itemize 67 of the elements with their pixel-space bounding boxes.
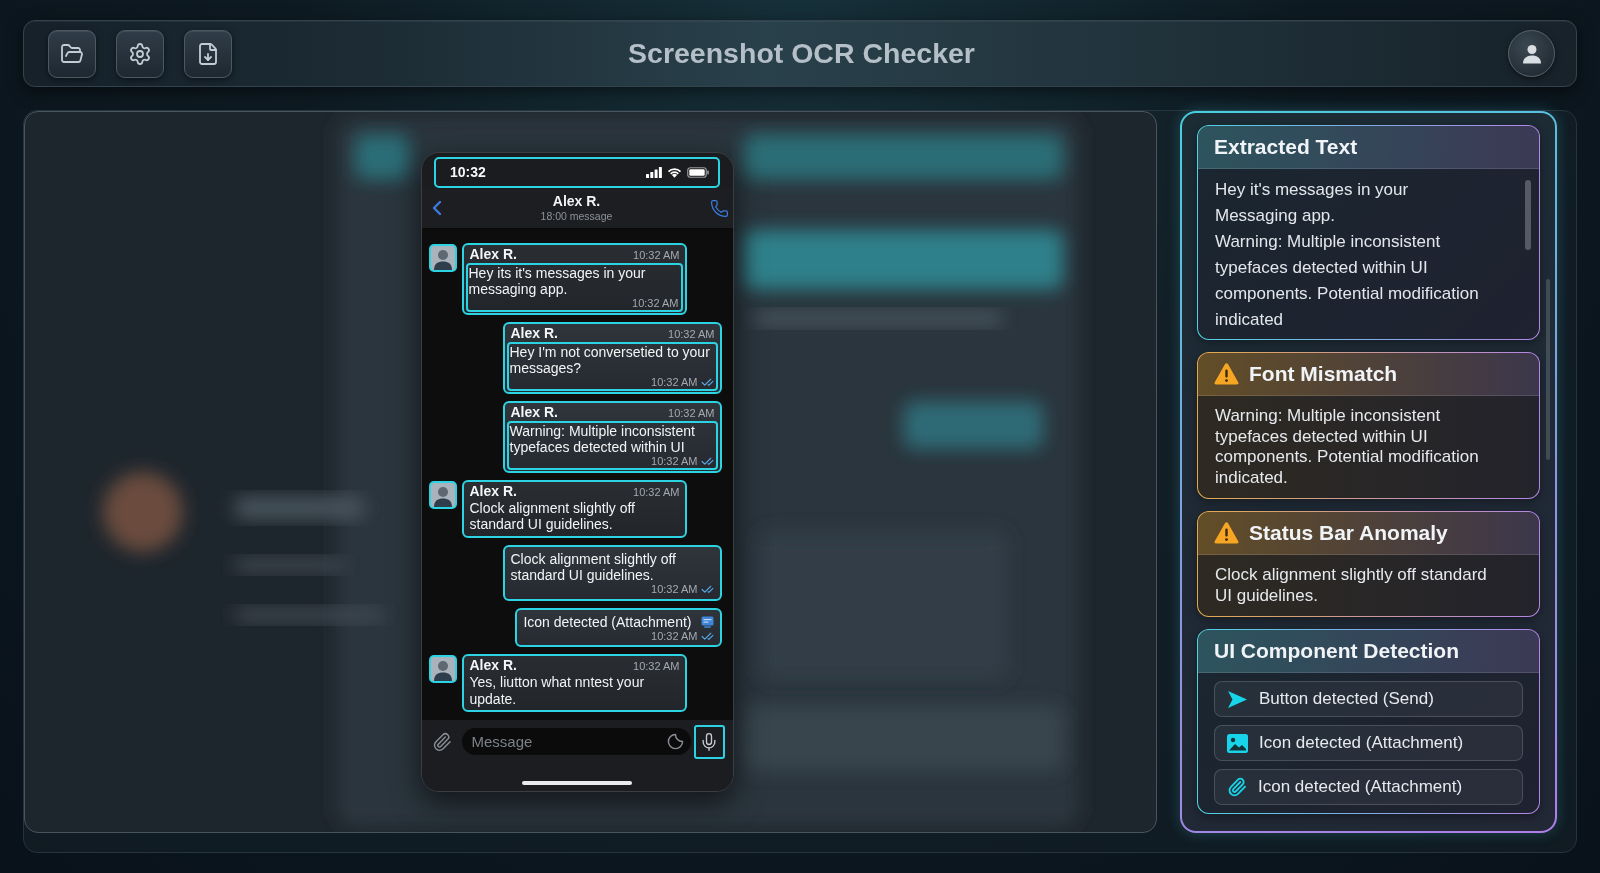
folder-button[interactable] [48, 29, 96, 78]
battery-icon [687, 166, 709, 178]
sender-name: Alex R. [469, 245, 517, 263]
message-text: Yes, liutton what nntest your update. [469, 674, 646, 707]
card-title: Font Mismatch [1249, 362, 1398, 386]
blurred-band [354, 133, 410, 180]
extracted-text-line: components. Potential modification [1215, 283, 1480, 305]
warning-icon [1214, 522, 1239, 544]
message-time: 10:32 AM [651, 456, 698, 467]
detection-item[interactable]: Icon detected (Attachment) [1214, 769, 1523, 805]
extracted-text-line: Messaging app. [1215, 205, 1337, 227]
extracted-text-line: typefaces detected within UI [1215, 257, 1429, 279]
card-title: Status Bar Anomaly [1249, 521, 1448, 545]
phone-icon[interactable] [709, 198, 729, 218]
detection-item[interactable]: Icon detected (Attachment) [1214, 725, 1523, 761]
send-icon [1227, 689, 1248, 709]
message-time: 10:32 AM [668, 407, 715, 419]
app-title: Screenshot OCR Checker [628, 37, 975, 70]
scrollbar-thumb[interactable] [1525, 180, 1531, 250]
wifi-icon [667, 166, 682, 178]
sender-name: Alex R. [469, 482, 517, 500]
card-title: UI Component Detection [1214, 639, 1459, 663]
message-time: 10:32 AM [651, 584, 698, 595]
message-time: 10:32 AM [633, 249, 680, 261]
extracted-text-line: Warning: Multiple inconsistent [1215, 231, 1442, 253]
profile-button[interactable] [1508, 30, 1555, 77]
settings-button[interactable] [116, 29, 164, 78]
scrollbar-thumb[interactable] [1546, 279, 1550, 460]
warning-icon [1214, 363, 1239, 385]
paperclip-icon [1227, 777, 1247, 797]
contact-status: 18:00 message [540, 210, 613, 223]
paperclip-icon[interactable] [431, 731, 452, 752]
file-download-icon [196, 41, 220, 66]
extracted-text-line: indicated [1215, 309, 1285, 331]
message-time: 10:32 AM [633, 661, 680, 672]
message-time: 10:32 AM [632, 298, 679, 309]
sender-name: Alex R. [469, 657, 517, 674]
message-text: Warning: Multiple inconsistent typefaces detected within UI [509, 422, 696, 456]
message-time: 10:32 AM [651, 377, 698, 388]
status-time: 10:32 [450, 164, 486, 180]
download-file-button[interactable] [184, 29, 232, 78]
extracted-text-line: Hey it's messages in your [1215, 179, 1410, 201]
message-text: Hey I'm not conversetied to your messages? [509, 343, 711, 377]
image-icon [1227, 733, 1248, 753]
sticker-icon[interactable] [666, 733, 684, 750]
sender-name: Alex R. [510, 403, 558, 421]
message-time: 10:32 AM [668, 328, 715, 340]
card-text: Warning: Multiple inconsistent typefaces detected within UI components. Potential modification indicated. [1215, 406, 1480, 488]
message-time: 10:32 AM [633, 486, 680, 498]
avatar-icon [428, 243, 457, 272]
settings-icon [128, 41, 152, 66]
card-title: Extracted Text [1214, 135, 1358, 159]
card-text: Clock alignment slightly off standard UI guidelines. [1215, 565, 1488, 606]
message-text: Clock alignment slightly off standard UI guidelines. [510, 550, 677, 584]
mic-button[interactable] [693, 724, 725, 759]
signal-icon [646, 166, 662, 178]
detection-item[interactable]: Button detected (Send) [1214, 681, 1523, 717]
sender-name: Alex R. [510, 324, 558, 342]
avatar-icon [428, 480, 457, 509]
message-text: Icon detected (Attachment) [523, 613, 692, 630]
folder-icon [60, 41, 84, 66]
contact-name: Alex R. [552, 193, 601, 210]
message-input[interactable]: Message [461, 728, 691, 755]
message-text: Hey its it's messages in your messaging app. [468, 264, 647, 298]
avatar-icon [428, 655, 457, 683]
message-text: Clock alignment slightly off standard UI guidelines. [469, 499, 636, 533]
message-time: 10:32 AM [651, 630, 698, 642]
